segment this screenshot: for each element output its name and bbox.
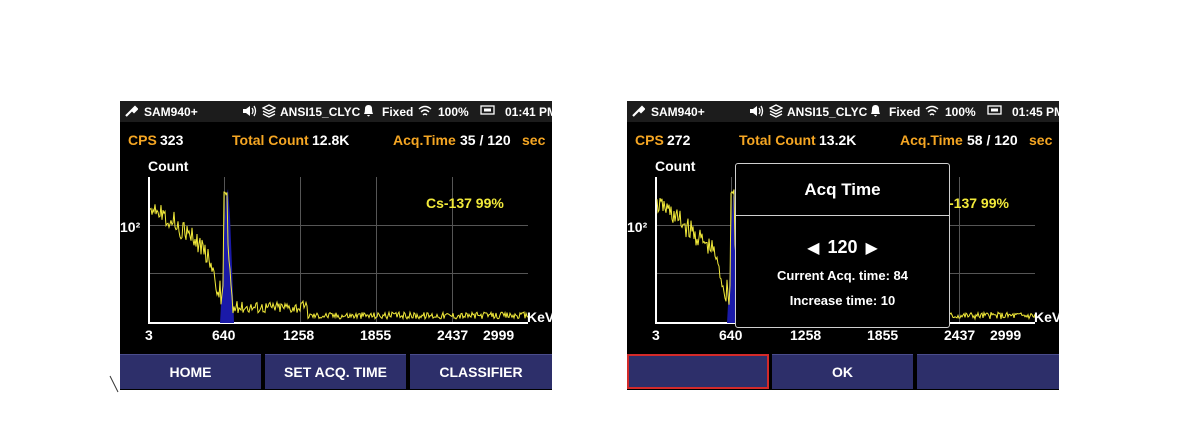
cps-value: 323	[160, 132, 184, 148]
wrench-icon	[632, 105, 645, 117]
x-tick: 2437	[437, 327, 469, 343]
speaker-icon	[750, 105, 764, 117]
x-tick: 2437	[944, 327, 976, 343]
total-count-value: 13.2K	[819, 132, 857, 148]
right-arrow-icon[interactable]: ▶	[858, 238, 886, 258]
total-count-label: Total Count	[232, 132, 309, 148]
x-tick: 1258	[283, 327, 315, 343]
clock: 01:45 PM	[1012, 105, 1059, 119]
nuclide-result: Cs-137 99%	[426, 195, 504, 211]
total-count-value: 12.8K	[312, 132, 350, 148]
x-tick: 1855	[867, 327, 899, 343]
y-axis-tick: 10²	[120, 219, 141, 235]
nuclide-result: -137 99%	[949, 195, 1009, 211]
softkey-right-button[interactable]	[917, 354, 1059, 389]
clock: 01:41 PM	[505, 105, 552, 119]
x-axis-unit: KeV	[527, 309, 552, 325]
stepper-value: 120	[827, 237, 858, 257]
x-tick: 640	[719, 327, 743, 343]
battery-percent: 100%	[438, 105, 469, 119]
ok-button[interactable]: OK	[772, 354, 913, 389]
status-bar: SAM940+ ANSI15_CLYC Fixed 100% 01:45 PM	[627, 101, 1059, 122]
battery-icon	[480, 105, 495, 115]
acq-time-unit: sec	[1029, 132, 1053, 148]
acq-time-label: Acq.Time	[393, 132, 456, 148]
wifi-icon	[925, 105, 939, 116]
x-tick: 1258	[790, 327, 822, 343]
x-tick: 3	[652, 327, 660, 343]
acq-time-label: Acq.Time	[900, 132, 963, 148]
mode-label: Fixed	[889, 105, 921, 119]
left-arrow-icon[interactable]: ◀	[799, 238, 827, 258]
classifier-button[interactable]: CLASSIFIER	[410, 354, 552, 389]
library-icon	[769, 104, 783, 118]
acq-time-unit: sec	[522, 132, 546, 148]
library-name: ANSI15_CLYC	[787, 105, 868, 119]
device-screen-left: SAM940+ ANSI15_CLYC Fixed 100% 01:41 PM …	[120, 101, 552, 390]
total-count-label: Total Count	[739, 132, 816, 148]
x-tick: 640	[212, 327, 236, 343]
spectrum-line	[149, 191, 528, 321]
device-name: SAM940+	[144, 105, 198, 119]
battery-percent: 100%	[945, 105, 976, 119]
cps-label: CPS	[128, 132, 157, 148]
library-name: ANSI15_CLYC	[280, 105, 361, 119]
dialog-title: Acq Time	[736, 164, 949, 216]
y-axis-title: Count	[655, 158, 696, 174]
acq-time-value: 58 / 120	[967, 132, 1018, 148]
cps-value: 272	[667, 132, 691, 148]
device-screen-right: SAM940+ ANSI15_CLYC Fixed 100% 01:45 PM …	[627, 101, 1059, 390]
set-acq-time-button[interactable]: SET ACQ. TIME	[265, 354, 406, 389]
speaker-icon	[243, 105, 257, 117]
bell-icon	[364, 105, 373, 117]
x-tick: 1855	[360, 327, 392, 343]
stray-mark	[109, 375, 119, 393]
wifi-icon	[418, 105, 432, 116]
status-bar: SAM940+ ANSI15_CLYC Fixed 100% 01:41 PM	[120, 101, 552, 122]
increase-time: Increase time: 10	[789, 293, 896, 308]
home-button[interactable]: HOME	[120, 354, 261, 389]
y-axis-tick: 10²	[627, 219, 648, 235]
x-tick: 2999	[483, 327, 515, 343]
acq-time-dialog: Acq Time ◀ 120 ▶ Current Acq. time: 84 I…	[735, 163, 950, 328]
wrench-icon	[125, 105, 138, 117]
y-axis-title: Count	[148, 158, 189, 174]
bell-icon	[871, 105, 880, 117]
current-acq-time: Current Acq. time: 84	[777, 268, 908, 283]
mode-label: Fixed	[382, 105, 414, 119]
softkey-left-button[interactable]	[627, 354, 769, 389]
device-name: SAM940+	[651, 105, 705, 119]
acq-time-stepper: ◀ 120 ▶	[736, 237, 949, 258]
library-icon	[262, 104, 276, 118]
x-tick: 3	[145, 327, 153, 343]
x-axis-unit: KeV	[1034, 309, 1059, 325]
acq-time-value: 35 / 120	[460, 132, 511, 148]
cps-label: CPS	[635, 132, 664, 148]
battery-icon	[987, 105, 1002, 115]
x-tick: 2999	[990, 327, 1022, 343]
